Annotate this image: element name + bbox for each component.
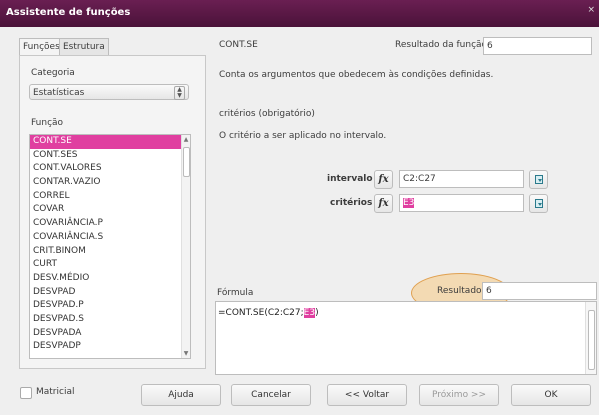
function-list-item[interactable]: DESVPAD.S bbox=[30, 313, 190, 327]
function-result-label: Resultado da função bbox=[395, 40, 488, 50]
formula-scrollbar[interactable] bbox=[585, 302, 596, 374]
function-list-item[interactable]: CORREL bbox=[30, 190, 190, 204]
argument-description: O critério a ser aplicado no intervalo. bbox=[219, 131, 387, 141]
shrink-button-intervalo[interactable] bbox=[529, 170, 548, 189]
tab-structure[interactable]: Estrutura bbox=[59, 38, 109, 56]
function-list-item[interactable]: COVAR bbox=[30, 203, 190, 217]
category-select[interactable]: Estatísticas ▲ ▼ bbox=[29, 84, 189, 100]
function-name: CONT.SE bbox=[219, 40, 258, 50]
function-list-item[interactable]: CRIT.BINOM bbox=[30, 245, 190, 259]
matrix-checkbox[interactable] bbox=[20, 387, 32, 399]
formula-result-label: Resultado bbox=[437, 286, 482, 296]
fx-button-criterios[interactable]: fx bbox=[374, 194, 393, 213]
formula-result-field: 6 bbox=[482, 282, 597, 300]
arg-label-intervalo: intervalo bbox=[327, 174, 373, 184]
fx-button-intervalo[interactable]: fx bbox=[374, 170, 393, 189]
window-title: Assistente de funções bbox=[6, 7, 131, 18]
function-list-item[interactable]: CONT.VALORES bbox=[30, 162, 190, 176]
scroll-thumb[interactable] bbox=[183, 147, 190, 177]
shrink-icon bbox=[535, 199, 543, 208]
arg-input-intervalo[interactable]: C2:C27 bbox=[399, 170, 524, 188]
arg-input-criterios[interactable]: E3 bbox=[399, 194, 524, 212]
function-list-item[interactable]: DESVPADA bbox=[30, 327, 190, 341]
arg-input-criterios-value: E3 bbox=[403, 198, 415, 208]
ok-button[interactable]: OK bbox=[511, 384, 591, 406]
function-list-item[interactable]: DESVPAD bbox=[30, 286, 190, 300]
function-result-field: 6 bbox=[483, 37, 592, 55]
formula-scroll-thumb[interactable] bbox=[588, 310, 595, 370]
function-list-item[interactable]: CONT.SES bbox=[30, 149, 190, 163]
function-list-item[interactable]: CURT bbox=[30, 258, 190, 272]
formula-highlight: E3 bbox=[303, 308, 316, 318]
next-button[interactable]: Próximo >> bbox=[419, 384, 499, 406]
function-list-item[interactable]: CONT.SE bbox=[30, 135, 181, 149]
shrink-icon bbox=[535, 175, 543, 184]
scroll-up-icon[interactable]: ▲ bbox=[182, 136, 190, 143]
formula-label: Fórmula bbox=[217, 288, 254, 298]
help-button[interactable]: Ajuda bbox=[141, 384, 221, 406]
arg-label-criterios: critérios bbox=[330, 198, 373, 208]
formula-text: =CONT.SE(C2:C27;E3) bbox=[218, 308, 319, 318]
argument-title: critérios (obrigatório) bbox=[219, 109, 315, 119]
function-list-item[interactable]: DESVPADP bbox=[30, 340, 190, 354]
function-list-item[interactable]: DESVPAD.P bbox=[30, 299, 190, 313]
spin-arrows-icon: ▲ ▼ bbox=[174, 86, 185, 100]
scroll-down-icon[interactable]: ▼ bbox=[182, 350, 190, 357]
matrix-label: Matricial bbox=[36, 387, 75, 397]
category-value: Estatísticas bbox=[33, 88, 85, 98]
formula-editor[interactable]: =CONT.SE(C2:C27;E3) bbox=[215, 301, 597, 375]
function-label: Função bbox=[31, 118, 64, 128]
back-button[interactable]: << Voltar bbox=[327, 384, 407, 406]
shrink-button-criterios[interactable] bbox=[529, 194, 548, 213]
function-description: Conta os argumentos que obedecem às cond… bbox=[219, 70, 494, 80]
category-label: Categoria bbox=[31, 68, 75, 78]
function-list-item[interactable]: COVARIÂNCIA.S bbox=[30, 231, 190, 245]
close-icon[interactable]: × bbox=[587, 5, 595, 15]
function-list-item[interactable]: DESV.MÉDIO bbox=[30, 272, 190, 286]
function-list-item[interactable]: COVARIÂNCIA.P bbox=[30, 217, 190, 231]
title-bar: Assistente de funções × bbox=[0, 0, 599, 27]
function-list-scrollbar[interactable]: ▲ ▼ bbox=[181, 135, 190, 358]
cancel-button[interactable]: Cancelar bbox=[231, 384, 311, 406]
function-list-item[interactable]: CONTAR.VAZIO bbox=[30, 176, 190, 190]
function-list[interactable]: CONT.SE CONT.SES CONT.VALORES CONTAR.VAZIO C… bbox=[29, 134, 191, 359]
